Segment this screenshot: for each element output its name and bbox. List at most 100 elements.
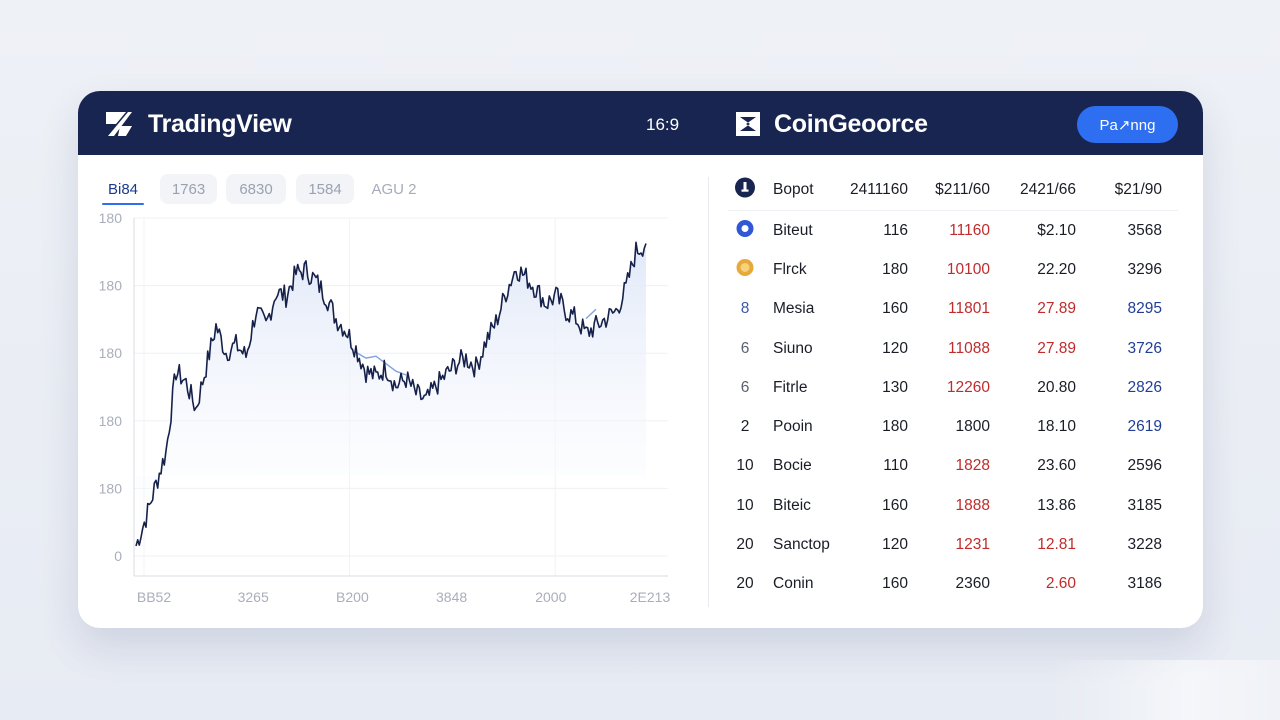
- row-col-a: 130: [882, 378, 908, 396]
- row-name: Conin: [773, 575, 814, 593]
- row-rank: 2: [740, 418, 750, 436]
- tab-3[interactable]: 6830: [226, 174, 286, 204]
- x-tick-label: 3848: [436, 589, 467, 605]
- tab-1[interactable]: Bi84: [100, 174, 146, 205]
- coin-logo-icon[interactable]: [735, 111, 761, 137]
- y-tick-label: 180: [99, 278, 123, 294]
- y-axis-ticks: 180 180 180 180 180 0: [99, 210, 123, 564]
- aspect-ratio-label: 16:9: [646, 115, 680, 134]
- y-tick-label: 0: [114, 548, 122, 564]
- table-row[interactable]: 6 Fitrle 130 12260 20.80 2826: [728, 368, 1178, 407]
- dashboard-card: TradingView 16:9 CoinGeoorce Pa↗nng Bi84…: [78, 91, 1203, 628]
- x-tick-label: B200: [336, 589, 369, 605]
- row-name: Biteut: [773, 221, 813, 239]
- table-row[interactable]: 6 Siuno 120 11088 27.89 3726: [728, 329, 1178, 368]
- coin-navy-icon: [735, 177, 755, 198]
- x-tick-label: BB52: [137, 589, 171, 605]
- row-rank: 6: [740, 378, 750, 396]
- coin-table: Bopot 2411160 $211/60 2421/66 $21/90 Bit…: [728, 170, 1178, 604]
- tradingview-logo-icon[interactable]: [104, 110, 134, 138]
- row-rank: 20: [736, 575, 754, 593]
- price-chart[interactable]: 180 180 180 180 180 0 BB52 3265 B200 3848 2000 2E2…: [78, 203, 698, 621]
- row-rank: 10: [736, 496, 754, 514]
- tab-2[interactable]: 1763: [160, 174, 217, 204]
- row-col-a: 160: [882, 575, 908, 593]
- row-name: Sanctop: [773, 536, 830, 554]
- row-col-b: 1888: [955, 496, 990, 514]
- row-col-b: 1800: [955, 418, 990, 436]
- row-col-d: 2596: [1127, 457, 1162, 475]
- row-col-d: 2619: [1127, 418, 1162, 436]
- row-col-c: 12.81: [1037, 536, 1076, 554]
- row-name: Flrck: [773, 260, 807, 278]
- table-row[interactable]: 2 Pooin 180 1800 18.10 2619: [728, 407, 1178, 446]
- table-row[interactable]: 20 Conin 160 2360 2.60 3186: [728, 565, 1178, 604]
- row-col-d: 8295: [1127, 300, 1162, 318]
- x-tick-label: 2000: [535, 589, 566, 605]
- tab-4[interactable]: 1584: [296, 174, 354, 204]
- y-tick-label: 180: [99, 345, 123, 361]
- tab-5[interactable]: AGU 2: [362, 174, 426, 204]
- row-col-c: $2.10: [1037, 221, 1076, 239]
- header-name[interactable]: Bopot: [773, 181, 814, 199]
- header-col-a[interactable]: 2411160: [850, 181, 908, 199]
- row-col-a: 180: [882, 260, 908, 278]
- table-row[interactable]: 8 Mesia 160 11801 27.89 8295: [728, 290, 1178, 329]
- table-header: Bopot 2411160 $211/60 2421/66 $21/90: [728, 170, 1178, 211]
- row-col-d: 3228: [1127, 536, 1162, 554]
- table-body: Biteut 116 11160 $2.10 3568 Flrck 180 10100 22.2…: [728, 211, 1178, 604]
- row-col-b: 12260: [946, 378, 990, 396]
- row-name: Biteic: [773, 496, 811, 514]
- table-row[interactable]: Flrck 180 10100 22.20 3296: [728, 250, 1178, 289]
- table-row[interactable]: 10 Bocie 110 1828 23.60 2596: [728, 447, 1178, 486]
- row-col-a: 160: [882, 300, 908, 318]
- tradingview-brand[interactable]: TradingView: [148, 110, 292, 139]
- row-col-a: 110: [883, 457, 908, 475]
- background-glare: [1050, 660, 1280, 720]
- x-tick-label: 2E213: [630, 589, 671, 605]
- row-col-c: 23.60: [1037, 457, 1076, 475]
- table-row[interactable]: 10 Biteic 160 1888 13.86 3185: [728, 486, 1178, 525]
- table-row[interactable]: Biteut 116 11160 $2.10 3568: [728, 211, 1178, 250]
- row-col-a: 116: [883, 221, 908, 239]
- row-col-d: 3186: [1127, 575, 1162, 593]
- row-rank: 20: [736, 536, 754, 554]
- row-col-c: 20.80: [1037, 378, 1076, 396]
- y-tick-label: 180: [99, 480, 123, 496]
- row-name: Mesia: [773, 300, 815, 318]
- header-col-d[interactable]: $21/90: [1115, 181, 1162, 199]
- row-col-a: 180: [882, 418, 908, 436]
- price-area: [136, 242, 646, 547]
- header-icon-cell: [734, 177, 756, 203]
- top-bar: TradingView 16:9 CoinGeoorce Pa↗nng: [78, 91, 1203, 155]
- row-col-c: 22.20: [1037, 260, 1076, 278]
- x-tick-label: 3265: [238, 589, 269, 605]
- x-axis-ticks: BB52 3265 B200 3848 2000 2E213: [137, 589, 671, 605]
- row-col-a: 160: [882, 496, 908, 514]
- row-col-d: 3296: [1127, 260, 1162, 278]
- row-col-c: 2.60: [1045, 575, 1076, 593]
- row-col-a: 120: [882, 339, 908, 357]
- coin-brand[interactable]: CoinGeoorce: [774, 110, 928, 139]
- row-col-c: 27.89: [1037, 339, 1076, 357]
- row-col-d: 3726: [1127, 339, 1162, 357]
- row-col-c: 18.10: [1037, 418, 1076, 436]
- y-tick-label: 180: [99, 413, 123, 429]
- row-rank: 10: [736, 457, 754, 475]
- row-col-a: 120: [882, 536, 908, 554]
- row-name: Siuno: [773, 339, 813, 357]
- row-col-d: 3568: [1127, 221, 1162, 239]
- header-col-c[interactable]: 2421/66: [1020, 181, 1076, 199]
- row-col-b: 11160: [949, 221, 990, 239]
- panel-divider: [708, 177, 709, 607]
- header-col-b[interactable]: $211/60: [935, 181, 990, 199]
- row-col-b: 11088: [948, 339, 990, 357]
- row-name: Pooin: [773, 418, 813, 436]
- row-name: Bocie: [773, 457, 812, 475]
- table-row[interactable]: 20 Sanctop 120 1231 12.81 3228: [728, 525, 1178, 564]
- y-tick-label: 180: [99, 210, 123, 226]
- coin-blue-icon: [734, 219, 756, 242]
- row-rank: 6: [740, 339, 750, 357]
- cta-button[interactable]: Pa↗nng: [1077, 106, 1178, 143]
- coin-gold-icon: [734, 258, 756, 281]
